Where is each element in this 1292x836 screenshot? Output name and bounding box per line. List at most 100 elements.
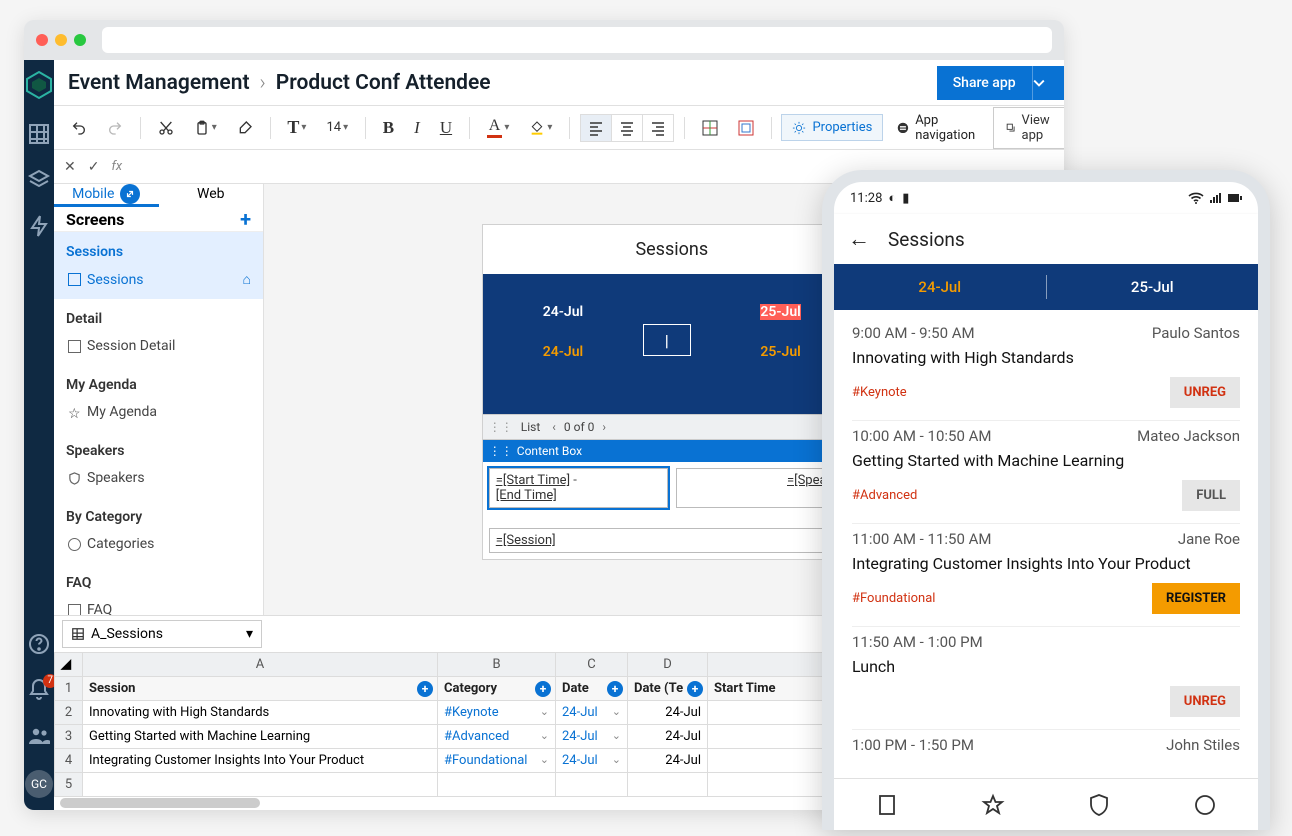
mobile-preview: 11:28 ◐ ▮ ← Sessions 24-Jul 25-Jul 9:00 … <box>822 170 1270 830</box>
tab-web[interactable]: Web <box>159 184 264 207</box>
add-column-icon[interactable]: + <box>535 681 551 697</box>
content-box-header[interactable]: ⋮⋮ Content Box <box>483 440 861 462</box>
formula-accept-icon[interactable]: ✓ <box>88 159 100 175</box>
text-color-dropdown[interactable]: A▾ <box>480 112 517 143</box>
browser-chrome <box>24 20 1064 60</box>
notifications-icon[interactable] <box>27 678 51 702</box>
mobile-date-tabs: 24-Jul 25-Jul <box>834 264 1258 310</box>
screen-group-detail[interactable]: Detail Session Detail <box>54 299 263 365</box>
screen-preview[interactable]: Sessions 24-Jul 25-Jul | 24-Jul 25-Jul ⋮… <box>482 224 862 560</box>
session-item[interactable]: 11:50 AM - 1:00 PM Lunch UNREG <box>852 627 1240 730</box>
back-icon[interactable]: ← <box>848 226 870 252</box>
screens-title: Screens <box>66 210 124 229</box>
home-icon: ⌂ <box>243 271 251 288</box>
screen-group-speakers[interactable]: Speakers Speakers <box>54 431 263 497</box>
page-header: Event Management › Product Conf Attendee… <box>54 60 1064 106</box>
share-app-button[interactable]: Share app <box>937 66 1032 100</box>
breadcrumb-leaf: Product Conf Attendee <box>276 71 491 95</box>
close-window-icon[interactable] <box>36 34 48 46</box>
help-icon[interactable] <box>27 632 51 656</box>
underline-button[interactable]: U <box>433 113 459 143</box>
field-start-end-time[interactable]: =[Start Time] - [End Time] <box>489 468 668 508</box>
app-icon: ▮ <box>902 191 909 206</box>
properties-button[interactable]: Properties <box>781 114 883 141</box>
full-button[interactable]: FULL <box>1182 480 1240 511</box>
app-navigation-button[interactable]: App navigation <box>889 108 987 148</box>
nav-categories-icon[interactable] <box>1193 793 1217 817</box>
url-bar[interactable] <box>102 27 1052 53</box>
fill-color-dropdown[interactable]: ▾ <box>522 115 559 141</box>
view-app-button[interactable]: View app <box>993 107 1064 149</box>
format-painter-icon[interactable] <box>230 115 260 141</box>
app-logo-icon[interactable] <box>24 70 54 100</box>
date-tab-other[interactable]: 25-Jul <box>1047 278 1259 296</box>
minimize-window-icon[interactable] <box>55 34 67 46</box>
star-icon: ☆ <box>68 406 81 419</box>
session-item[interactable]: 11:00 AM - 11:50 AMJane Roe Integrating … <box>852 524 1240 627</box>
pager-next-icon[interactable]: › <box>598 420 610 434</box>
screen-group-by-category[interactable]: By Category Categories <box>54 497 263 563</box>
breadcrumb-root[interactable]: Event Management <box>68 71 250 95</box>
share-app-dropdown[interactable] <box>1032 66 1064 100</box>
wifi-icon <box>1188 192 1204 204</box>
register-button[interactable]: REGISTER <box>1152 583 1240 614</box>
preview-date-tabs[interactable]: 24-Jul 25-Jul | 24-Jul 25-Jul <box>483 274 861 414</box>
field-session[interactable]: =[Session] <box>489 528 855 553</box>
format-toolbar: ▾ T▾ 14 ▾ B I U A▾ ▾ <box>54 106 1064 150</box>
nav-agenda-icon[interactable] <box>981 793 1005 817</box>
grid-style-icon[interactable] <box>731 115 761 141</box>
redo-icon[interactable] <box>100 115 130 141</box>
clock-icon: ◐ <box>888 190 896 206</box>
add-column-icon[interactable]: + <box>417 681 433 697</box>
cut-icon[interactable] <box>151 115 181 141</box>
breadcrumb: Event Management › Product Conf Attendee <box>68 71 491 95</box>
paste-icon[interactable]: ▾ <box>187 115 224 141</box>
add-column-icon[interactable]: + <box>687 681 703 697</box>
unregister-button[interactable]: UNREG <box>1170 377 1240 408</box>
mobile-session-list[interactable]: 9:00 AM - 9:50 AMPaulo Santos Innovating… <box>834 310 1258 774</box>
borders-icon[interactable] <box>695 115 725 141</box>
unregister-button[interactable]: UNREG <box>1170 686 1240 717</box>
user-avatar[interactable]: GC <box>25 770 53 798</box>
nav-speakers-icon[interactable] <box>1087 793 1111 817</box>
bold-button[interactable]: B <box>376 113 401 143</box>
signal-icon <box>1210 192 1222 204</box>
formula-cancel-icon[interactable]: ✕ <box>64 159 76 175</box>
grid-icon[interactable] <box>27 122 51 146</box>
battery-icon <box>1228 194 1242 202</box>
add-column-icon[interactable]: + <box>607 681 623 697</box>
horizontal-scrollbar[interactable] <box>60 798 260 808</box>
session-item[interactable]: 1:00 PM - 1:50 PMJohn Stiles <box>852 730 1240 766</box>
italic-button[interactable]: I <box>407 113 427 143</box>
screen-group-faq[interactable]: FAQ FAQ <box>54 563 263 615</box>
traffic-lights <box>36 34 86 46</box>
font-family-dropdown[interactable]: T▾ <box>280 112 313 143</box>
grid-select-all[interactable]: ◢ <box>55 653 83 677</box>
bolt-icon[interactable] <box>27 214 51 238</box>
people-icon[interactable] <box>27 724 51 748</box>
list-component-header[interactable]: ⋮⋮ List ‹0 of 0› <box>483 414 861 440</box>
session-item[interactable]: 9:00 AM - 9:50 AMPaulo Santos Innovating… <box>852 318 1240 421</box>
sheet-selector[interactable]: A_Sessions ▾ <box>62 620 262 648</box>
maximize-window-icon[interactable] <box>74 34 86 46</box>
shield-icon <box>68 472 81 485</box>
screen-group-sessions[interactable]: Sessions Sessions⌂ <box>54 232 263 299</box>
chevron-down-icon: ▾ <box>246 626 253 642</box>
session-item[interactable]: 10:00 AM - 10:50 AMMateo Jackson Getting… <box>852 421 1240 524</box>
align-left-icon[interactable] <box>581 115 612 141</box>
nav-sessions-icon[interactable] <box>875 793 899 817</box>
screens-sidebar: Mobile Web Screens + Sessions Sessi <box>54 184 264 615</box>
undo-icon[interactable] <box>64 115 94 141</box>
pager-prev-icon[interactable]: ‹ <box>548 420 560 434</box>
tab-mobile[interactable]: Mobile <box>54 184 159 207</box>
drag-handle-icon[interactable]: ⋮⋮ <box>489 420 513 434</box>
font-size-dropdown[interactable]: 14 ▾ <box>319 115 355 140</box>
date-tab-active[interactable]: 24-Jul <box>834 278 1046 296</box>
add-screen-icon[interactable]: + <box>240 207 251 231</box>
align-right-icon[interactable] <box>643 115 673 141</box>
align-center-icon[interactable] <box>612 115 643 141</box>
screen-group-my-agenda[interactable]: My Agenda ☆My Agenda <box>54 365 263 431</box>
drag-handle-icon[interactable]: ⋮⋮ <box>489 444 513 458</box>
app-rail: GC <box>24 60 54 810</box>
layers-icon[interactable] <box>27 168 51 192</box>
